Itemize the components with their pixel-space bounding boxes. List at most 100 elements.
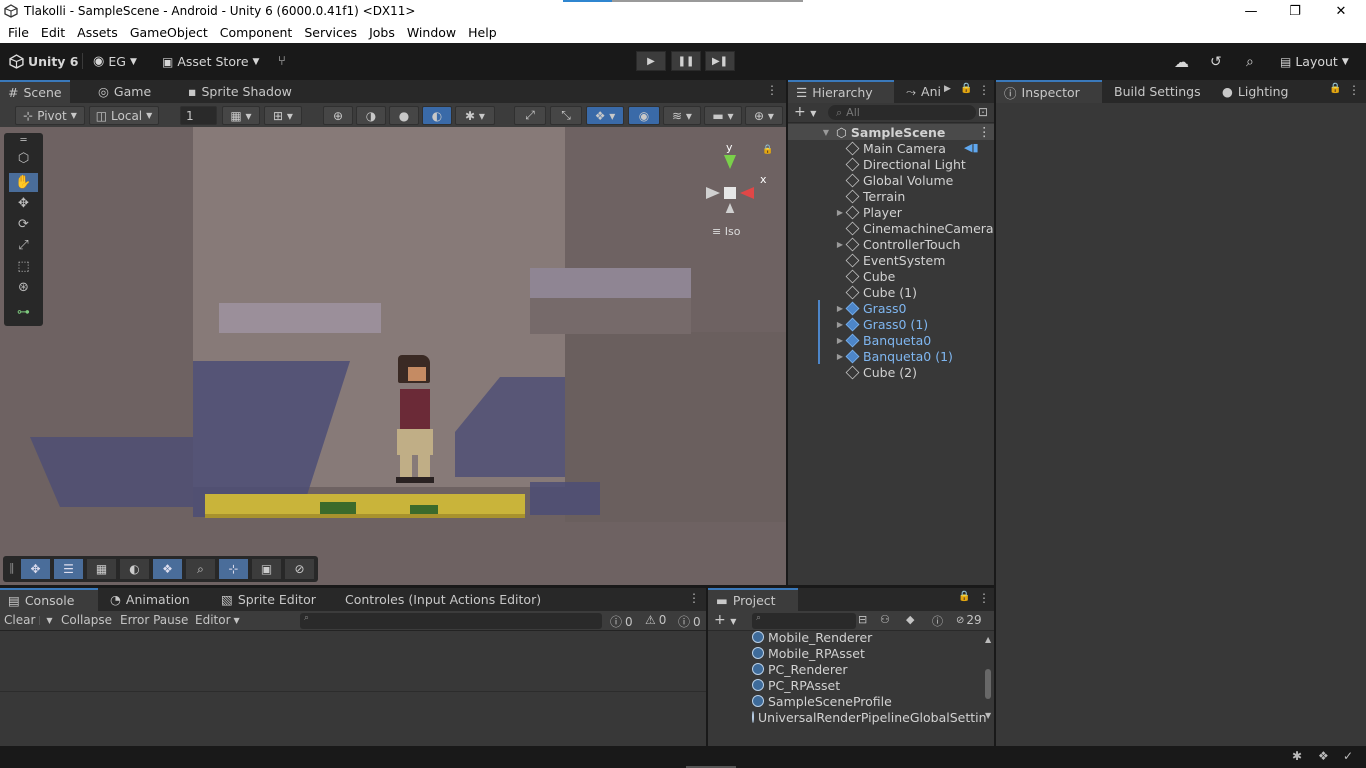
shaded-wireframe-button[interactable]: ◑ [356, 106, 386, 125]
pause-button[interactable]: ❚❚ [671, 51, 701, 71]
shaded-button[interactable]: ● [389, 106, 419, 125]
project-item[interactable]: Mobile_RPAsset [752, 645, 987, 661]
menu-help[interactable]: Help [462, 23, 503, 43]
menu-edit[interactable]: Edit [35, 23, 71, 43]
project-search-input[interactable]: ⌕ [752, 613, 856, 629]
expand-arrow-icon[interactable]: ▼ [820, 128, 832, 137]
tab-lighting[interactable]: ● Lighting [1214, 80, 1296, 103]
rotate-tool-button[interactable]: ⟳ [9, 215, 38, 234]
search-button[interactable]: ⌕ [1246, 52, 1254, 71]
camera-gizmo-icon[interactable]: ◀▮ [964, 141, 979, 154]
search-overlay-button[interactable]: ⌕ [186, 559, 215, 579]
menu-services[interactable]: Services [298, 23, 363, 43]
hierarchy-item[interactable]: CinemachineCamera [788, 220, 994, 236]
error-pause-button[interactable]: Error Pause [120, 613, 188, 627]
transform-tool-button[interactable]: ⊛ [9, 278, 38, 297]
tab-input-actions-editor[interactable]: Controles (Input Actions Editor) [337, 588, 549, 611]
menu-gameobject[interactable]: GameObject [124, 23, 214, 43]
drag-handle-icon[interactable]: ‖ [9, 561, 15, 574]
hierarchy-search-input[interactable]: ⌕ All [828, 105, 976, 120]
rect-tool-button[interactable]: ⬚ [9, 257, 38, 276]
history-button[interactable]: ↺ [1210, 52, 1222, 71]
hierarchy-item[interactable]: Global Volume [788, 172, 994, 188]
effects-dropdown[interactable]: ❖ ▾ [586, 106, 624, 125]
debug-button[interactable]: ✱ ▾ [455, 106, 495, 125]
tool-settings-button[interactable]: ☰ [54, 559, 83, 579]
cloud-button[interactable]: ☁ [1174, 52, 1189, 71]
unity-version-button[interactable]: Unity 6 [9, 52, 79, 71]
layers-dropdown[interactable]: ≋ ▾ [663, 106, 701, 125]
hierarchy-item[interactable]: Cube [788, 268, 994, 284]
close-button[interactable]: ✕ [1318, 0, 1364, 23]
move-tool-button[interactable]: ✥ [9, 194, 38, 213]
menu-file[interactable]: File [0, 23, 35, 43]
hierarchy-item[interactable]: Cube (2) [788, 364, 994, 380]
menu-component[interactable]: Component [214, 23, 299, 43]
hierarchy-scene-row[interactable]: ▼ ⬡ SampleScene ⋮ [788, 124, 994, 140]
project-item[interactable]: ▶PC_Renderer [752, 661, 987, 677]
filter-icon[interactable]: ⚇ [880, 613, 890, 626]
add-icon[interactable]: + ▼ [794, 104, 816, 120]
custom-tool-button[interactable]: ⊶ [9, 303, 38, 322]
lock-icon[interactable]: 🔒 [762, 145, 773, 155]
scene-visibility-icon[interactable]: ⊡ [978, 105, 988, 119]
tab-sprite-editor[interactable]: ▧ Sprite Editor [213, 588, 324, 611]
grid-snap-button[interactable]: ▦ ▾ [222, 106, 260, 125]
iso-label[interactable]: ≡ Iso [712, 225, 740, 238]
camera-dropdown[interactable]: ▬ ▾ [704, 106, 742, 125]
tab-inspector[interactable]: ⓘ Inspector [996, 80, 1102, 103]
unlit-button[interactable]: ◐ [422, 106, 452, 125]
menu-jobs[interactable]: Jobs [363, 23, 401, 43]
tab-project[interactable]: ▬ Project [708, 588, 798, 611]
shading-overlay-button[interactable]: ◐ [120, 559, 149, 579]
project-item[interactable]: UniversalRenderPipelineGlobalSettings [752, 709, 987, 725]
2d-toggle-button[interactable]: ⤢ [514, 106, 546, 125]
wireframe-button[interactable]: ⊕ [323, 106, 353, 125]
gizmos-dropdown[interactable]: ⊕ ▾ [745, 106, 783, 125]
hierarchy-item[interactable]: EventSystem [788, 252, 994, 268]
tab-animator[interactable]: ⤳ Ani [898, 80, 949, 103]
local-dropdown[interactable]: ◫ Local ▼ [89, 106, 159, 125]
tab-hierarchy[interactable]: ☰ Hierarchy [788, 80, 894, 103]
layout-dropdown[interactable]: ▤ Layout ▼ [1280, 52, 1349, 71]
account-dropdown[interactable]: ◉ EG ▼ [93, 52, 137, 71]
step-button[interactable]: ▶❚ [705, 51, 735, 71]
check-circle-icon[interactable]: ✓ [1343, 749, 1353, 763]
hierarchy-item[interactable]: Directional Light [788, 156, 994, 172]
project-item[interactable]: SampleSceneProfile [752, 693, 987, 709]
grid-overlay-button[interactable]: ▦ [87, 559, 116, 579]
palette-drag-handle[interactable]: ═ [9, 135, 38, 146]
scale-tool-button[interactable]: ⤢ [9, 236, 38, 255]
scene-viewport[interactable]: y x 🔒 ≡ Iso ‖ ✥ ☰ ▦ ◐ ❖ ⌕ ⊹ ▣ ⊘ [0, 127, 786, 585]
grid-size-input[interactable]: 1 [180, 106, 217, 125]
layers-status-icon[interactable]: ❖ [1318, 749, 1329, 763]
search-by-type-icon[interactable]: ⊟ [858, 613, 867, 626]
hierarchy-item[interactable]: ▶ ControllerTouch [788, 236, 994, 252]
tab-scene[interactable]: # Scene [0, 80, 70, 103]
camera-overlay-button[interactable]: ▣ [252, 559, 281, 579]
pivot-dropdown[interactable]: ⊹ Pivot ▼ [15, 106, 85, 125]
tab-console[interactable]: ▤ Console [0, 588, 98, 611]
hierarchy-item[interactable]: Cube (1) [788, 284, 994, 300]
info-count-toggle[interactable]: ⓘ 0 [610, 613, 633, 630]
move-overlay-button[interactable]: ✥ [21, 559, 50, 579]
debug-mode-icon[interactable]: ✱ [1292, 749, 1302, 763]
menu-assets[interactable]: Assets [71, 23, 124, 43]
maximize-button[interactable]: ❐ [1272, 0, 1318, 23]
visibility-button[interactable]: ◉ [628, 106, 660, 125]
more-options-icon[interactable]: ⋮ [978, 83, 990, 97]
more-options-icon[interactable]: ⋮ [688, 591, 700, 605]
version-control-button[interactable]: ⑂ [278, 52, 286, 71]
tab-sprite-shadow[interactable]: ▪ Sprite Shadow [180, 80, 300, 103]
more-options-icon[interactable]: ⋮ [978, 591, 990, 605]
minimize-button[interactable]: — [1228, 0, 1274, 23]
play-button[interactable]: ▶ [636, 51, 666, 71]
label-icon[interactable]: ◆ [906, 613, 914, 626]
layers-overlay-button[interactable]: ❖ [153, 559, 182, 579]
asset-store-dropdown[interactable]: ▣ Asset Store ▼ [162, 52, 259, 71]
hand-tool-button[interactable]: ✋ [9, 173, 38, 192]
more-options-icon[interactable]: ⋮ [766, 83, 778, 97]
view-tool-button[interactable]: ⬡ [9, 149, 38, 168]
more-options-icon[interactable]: ⋮ [1348, 83, 1360, 97]
warning-filter-icon[interactable]: ⓘ [932, 613, 943, 629]
